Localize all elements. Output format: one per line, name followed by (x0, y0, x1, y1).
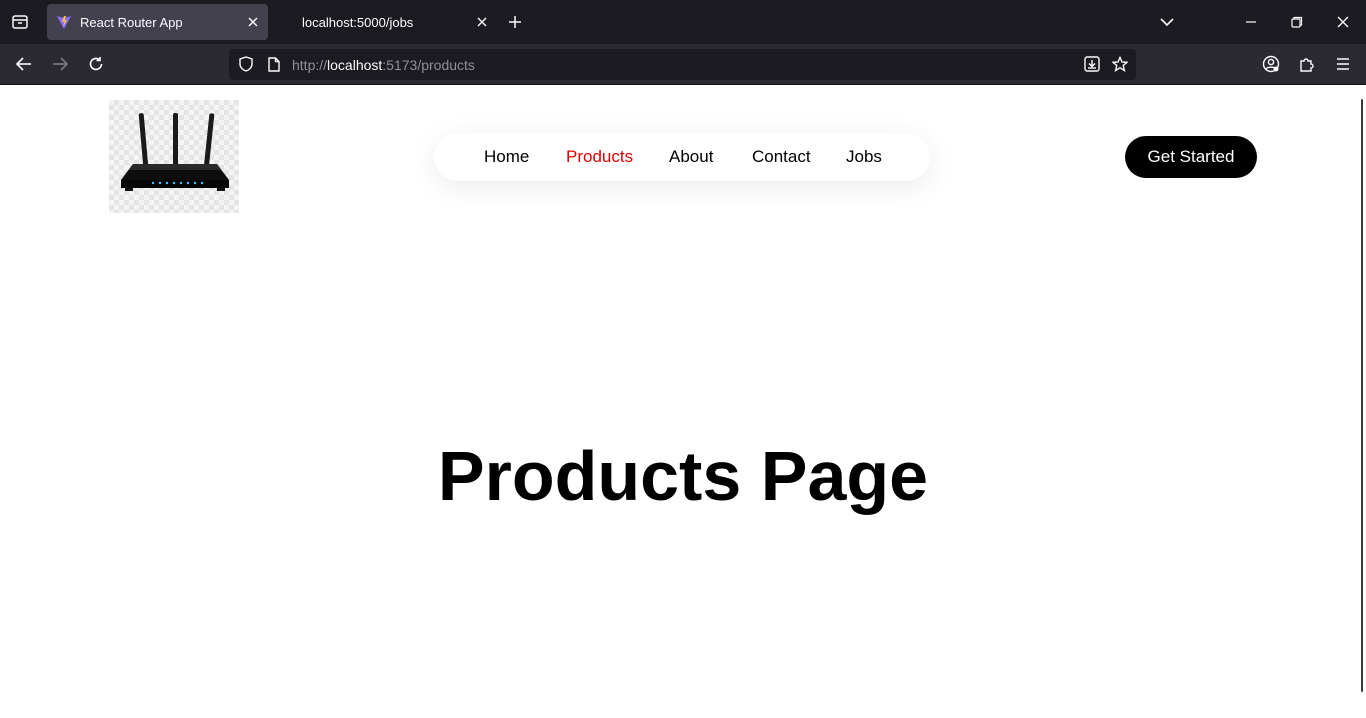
nav-link-jobs[interactable]: Jobs (846, 147, 882, 167)
close-icon[interactable] (1331, 10, 1355, 34)
tab-title: React Router App (80, 14, 183, 30)
scrollbar[interactable] (1361, 99, 1363, 692)
hamburger-icon[interactable] (1331, 52, 1355, 76)
router-image (121, 113, 229, 191)
router-logo[interactable] (109, 100, 239, 213)
nav-link-contact[interactable]: Contact (752, 147, 811, 167)
chevron-down-icon[interactable] (1155, 10, 1179, 34)
tab-title: localhost:5000/jobs (302, 14, 414, 30)
reload-icon[interactable] (84, 52, 108, 76)
main-nav: Home Products About Contact Jobs (434, 133, 930, 181)
forward-arrow-icon[interactable] (48, 52, 72, 76)
page-icon[interactable] (263, 53, 285, 75)
install-icon[interactable] (1081, 53, 1103, 75)
back-arrow-icon[interactable] (12, 52, 36, 76)
url-path: :5173/products (382, 57, 475, 73)
close-tab-icon[interactable] (244, 13, 262, 31)
tab-localhost-jobs[interactable]: localhost:5000/jobs (276, 4, 497, 40)
nav-link-about[interactable]: About (669, 147, 713, 167)
tab-react-router-app[interactable]: React Router App (47, 4, 268, 40)
url-bar[interactable]: http://localhost:5173/products (229, 49, 1136, 80)
url-scheme: http:// (292, 57, 328, 73)
nav-link-products[interactable]: Products (566, 147, 633, 167)
nav-link-home[interactable]: Home (484, 147, 529, 167)
page-title: Products Page (437, 437, 929, 515)
minimize-icon[interactable] (1239, 10, 1263, 34)
url-host: localhost (327, 57, 383, 73)
restore-icon[interactable] (1285, 10, 1309, 34)
vite-favicon-icon (57, 16, 71, 29)
account-icon[interactable] (1259, 52, 1283, 76)
puzzle-icon[interactable] (1295, 52, 1319, 76)
get-started-button[interactable]: Get Started (1125, 136, 1257, 178)
star-icon[interactable] (1109, 53, 1131, 75)
close-tab-icon[interactable] (473, 13, 491, 31)
url-text[interactable]: http://localhost:5173/products (292, 57, 475, 73)
page-viewport: Home Products About Contact Jobs Get Sta… (0, 85, 1366, 718)
tab-bar: React Router App localhost:5000/jobs (0, 0, 1366, 44)
plus-icon[interactable] (503, 10, 527, 34)
shield-icon[interactable] (235, 53, 257, 75)
tab-overview-icon[interactable] (8, 10, 32, 34)
